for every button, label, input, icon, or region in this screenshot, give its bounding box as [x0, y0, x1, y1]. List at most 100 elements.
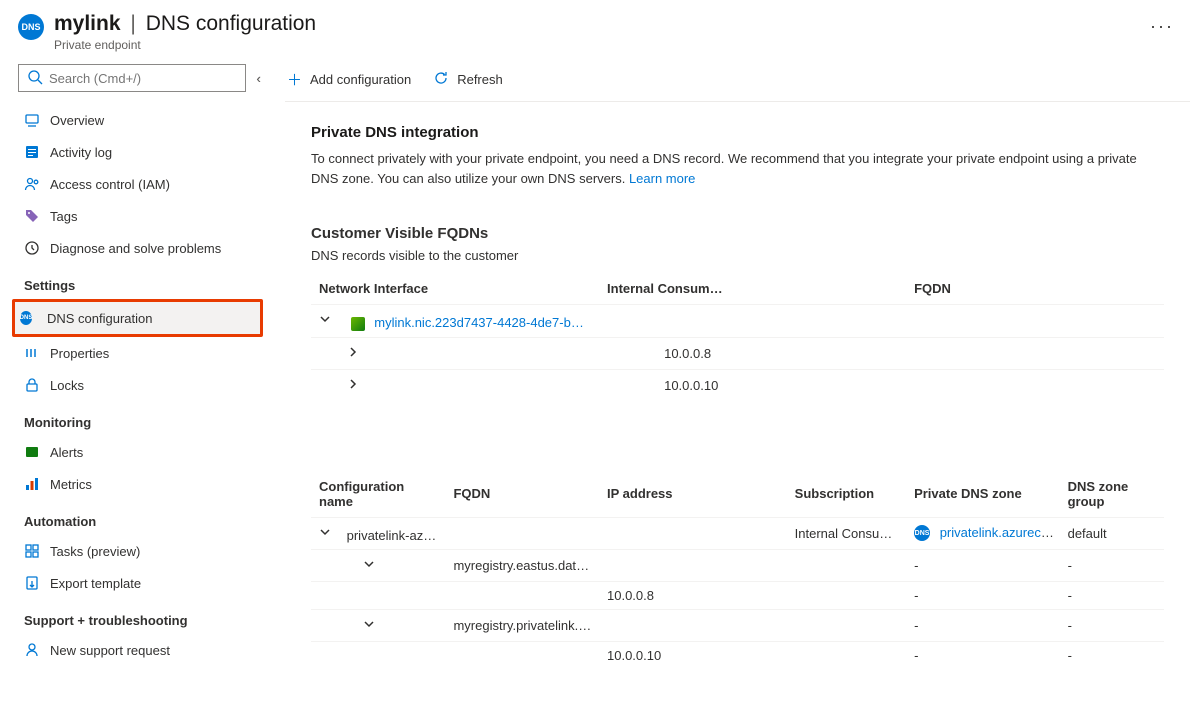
col-subscription: Subscription	[789, 471, 908, 518]
fqdns-title: Customer Visible FQDNs	[311, 225, 1164, 242]
sidebar-item-alerts[interactable]: Alerts	[18, 436, 257, 468]
col-ip: IP address	[601, 471, 789, 518]
fqdn-cell: myregistry.eastus.data.…	[447, 549, 601, 581]
table-header-row: Configuration name FQDN IP address Subsc…	[311, 471, 1164, 518]
activity-log-icon	[24, 144, 40, 160]
sidebar-section-automation: Automation	[18, 500, 257, 535]
col-dns-zone-group: DNS zone group	[1062, 471, 1164, 518]
dash-cell: -	[914, 558, 918, 573]
sidebar-item-locks[interactable]: Locks	[18, 369, 257, 401]
toolbar: ＋ Add configuration Refresh	[285, 58, 1190, 102]
ip-cell: 10.0.0.8	[601, 581, 789, 609]
table-row: 10.0.0.10	[311, 369, 1164, 401]
dash-cell: -	[1068, 648, 1072, 663]
fqdns-desc: DNS records visible to the customer	[311, 248, 1164, 263]
table-row: 10.0.0.8	[311, 337, 1164, 369]
dash-cell: -	[914, 588, 918, 603]
chevron-down-icon[interactable]	[361, 616, 377, 635]
learn-more-link[interactable]: Learn more	[629, 171, 695, 186]
private-dns-zone-link[interactable]: privatelink.azurecr.io	[940, 525, 1059, 540]
table-row: myregistry.eastus.data.… - -	[311, 549, 1164, 581]
refresh-button[interactable]: Refresh	[433, 70, 503, 90]
col-fqdn: FQDN	[908, 273, 1164, 305]
chevron-down-icon[interactable]	[317, 311, 333, 330]
sidebar-item-tasks[interactable]: Tasks (preview)	[18, 535, 257, 567]
search-icon	[27, 69, 43, 88]
sidebar-item-new-support-request[interactable]: New support request	[18, 634, 257, 666]
sidebar-item-access-control[interactable]: Access control (IAM)	[18, 168, 257, 200]
chevron-right-icon[interactable]	[345, 376, 361, 395]
intro-title: Private DNS integration	[311, 124, 1164, 141]
dash-cell: -	[1068, 558, 1072, 573]
add-configuration-button[interactable]: ＋ Add configuration	[287, 69, 411, 90]
metrics-icon	[24, 476, 40, 492]
fqdn-cell: myregistry.privatelink.a…	[447, 609, 601, 641]
alerts-icon	[24, 444, 40, 460]
access-control-icon	[24, 176, 40, 192]
sidebar-item-activity-log[interactable]: Activity log	[18, 136, 257, 168]
col-private-dns-zone: Private DNS zone	[908, 471, 1062, 518]
zone-group-cell: default	[1062, 517, 1164, 549]
search-input-wrapper[interactable]	[18, 64, 246, 92]
dns-small-icon: DNS	[21, 310, 37, 326]
col-config-name: Configuration name	[311, 471, 447, 518]
page-title: mylink | DNS configuration	[54, 12, 1132, 36]
resource-name: mylink	[54, 12, 121, 35]
dash-cell: -	[1068, 588, 1072, 603]
sidebar-section-support: Support + troubleshooting	[18, 599, 257, 634]
page-section: DNS configuration	[146, 12, 316, 35]
search-input[interactable]	[49, 71, 237, 86]
sidebar-item-export-template[interactable]: Export template	[18, 567, 257, 599]
dns-small-icon: DNS	[914, 525, 930, 541]
chevron-right-icon[interactable]	[345, 344, 361, 363]
ip-cell: 10.0.0.8	[658, 337, 914, 369]
dash-cell: -	[914, 648, 918, 663]
table-row: myregistry.privatelink.a… - -	[311, 609, 1164, 641]
overview-icon	[24, 112, 40, 128]
sidebar-item-properties[interactable]: Properties	[18, 337, 257, 369]
nic-link[interactable]: mylink.nic.223d7437-4428-4de7-b…	[374, 315, 584, 330]
sidebar-item-dns-configuration[interactable]: DNS DNS configuration	[15, 302, 260, 334]
sidebar-item-dns-highlight: DNS DNS configuration	[12, 299, 263, 337]
sidebar: ‹‹ Overview Activity log Access control …	[0, 58, 265, 669]
content: ＋ Add configuration Refresh Private DNS …	[265, 58, 1200, 669]
ip-cell: 10.0.0.10	[658, 369, 914, 401]
more-actions-button[interactable]: ···	[1142, 12, 1182, 41]
dns-icon: DNS	[18, 14, 44, 40]
refresh-icon	[433, 70, 449, 90]
ip-cell: 10.0.0.10	[601, 641, 789, 669]
col-network-interface: Network Interface	[311, 273, 601, 305]
sidebar-item-tags[interactable]: Tags	[18, 200, 257, 232]
resource-type: Private endpoint	[54, 38, 1132, 52]
dash-cell: -	[1068, 618, 1072, 633]
tasks-icon	[24, 543, 40, 559]
table-row: 10.0.0.8 - -	[311, 581, 1164, 609]
subscription-cell: Internal Consum…	[789, 517, 908, 549]
tags-icon	[24, 208, 40, 224]
col-fqdn: FQDN	[447, 471, 601, 518]
sidebar-section-settings: Settings	[18, 264, 257, 299]
sidebar-item-metrics[interactable]: Metrics	[18, 468, 257, 500]
dash-cell: -	[914, 618, 918, 633]
diagnose-icon	[24, 240, 40, 256]
nic-icon	[351, 317, 365, 331]
page-header: DNS mylink | DNS configuration Private e…	[0, 0, 1200, 58]
config-name: privatelink-azure…	[347, 528, 448, 543]
table-row: 10.0.0.10 - -	[311, 641, 1164, 669]
plus-icon: ＋	[287, 69, 302, 90]
chevron-down-icon[interactable]	[361, 556, 377, 575]
export-template-icon	[24, 575, 40, 591]
intro-desc: To connect privately with your private e…	[311, 149, 1141, 189]
fqdns-table: Network Interface Internal Consum… FQDN …	[311, 273, 1164, 401]
config-table: Configuration name FQDN IP address Subsc…	[311, 471, 1164, 669]
sidebar-item-overview[interactable]: Overview	[18, 104, 257, 136]
table-row: privatelink-azure… Internal Consum… DNS …	[311, 517, 1164, 549]
support-icon	[24, 642, 40, 658]
table-row: mylink.nic.223d7437-4428-4de7-b…	[311, 305, 1164, 338]
sidebar-section-monitoring: Monitoring	[18, 401, 257, 436]
sidebar-item-diagnose[interactable]: Diagnose and solve problems	[18, 232, 257, 264]
collapse-sidebar-button[interactable]: ‹‹	[256, 71, 257, 86]
table-header-row: Network Interface Internal Consum… FQDN	[311, 273, 1164, 305]
properties-icon	[24, 345, 40, 361]
chevron-down-icon[interactable]	[317, 524, 333, 543]
